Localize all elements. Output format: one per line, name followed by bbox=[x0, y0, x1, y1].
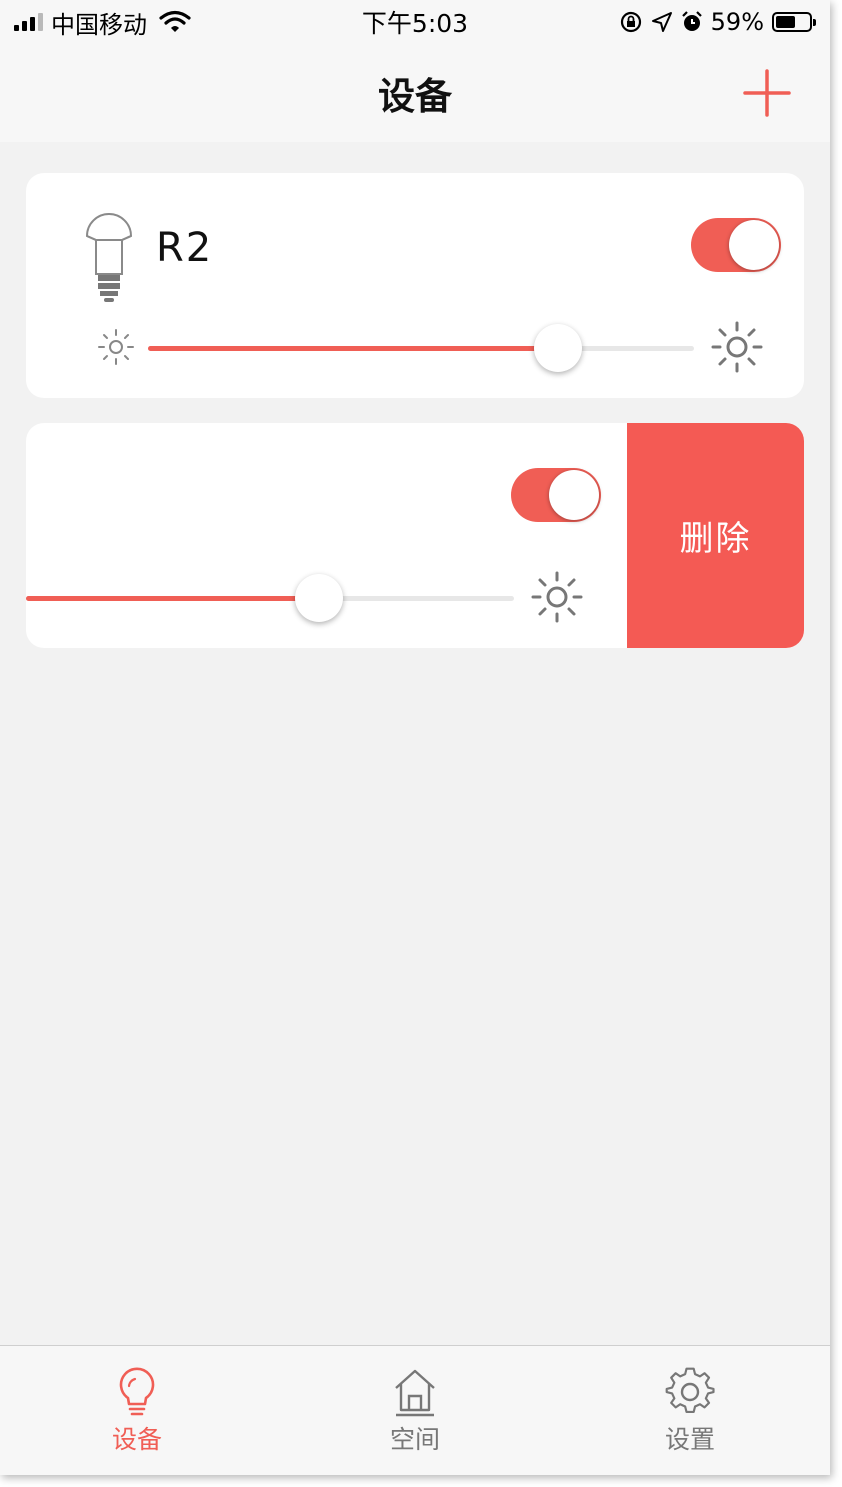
slider-thumb[interactable] bbox=[533, 324, 582, 372]
slider-thumb[interactable] bbox=[294, 574, 343, 622]
status-time-text: 下午5:03 bbox=[361, 9, 469, 38]
wifi-icon bbox=[159, 10, 191, 32]
brightness-fill bbox=[148, 346, 558, 351]
tab-devices[interactable]: 设备 bbox=[37, 1346, 237, 1475]
delete-label: 删除 bbox=[679, 519, 752, 559]
alarm-icon bbox=[681, 11, 702, 31]
device-name: R2 bbox=[156, 225, 214, 271]
toggle-knob bbox=[549, 470, 599, 520]
brightness-high-icon bbox=[711, 321, 763, 373]
signal-icon bbox=[14, 13, 43, 31]
top-bar: 下午5:03 中国移动 59% 设备 bbox=[0, 0, 830, 142]
location-icon bbox=[651, 12, 672, 32]
tab-label: 空间 bbox=[389, 1425, 440, 1454]
carrier-name: 中国移动 bbox=[51, 10, 147, 39]
power-toggle[interactable] bbox=[511, 468, 601, 522]
bulb-icon bbox=[119, 1367, 155, 1416]
brightness-low-icon bbox=[98, 329, 134, 365]
delete-button[interactable]: 删除 bbox=[627, 423, 804, 648]
brightness-high-icon bbox=[531, 571, 583, 623]
plus-icon bbox=[743, 69, 791, 117]
status-left: 中国移动 bbox=[14, 4, 191, 40]
tab-label: 设置 bbox=[664, 1425, 715, 1454]
tab-bar: 设备 空间 设置 bbox=[0, 1345, 830, 1475]
battery-icon bbox=[772, 12, 816, 32]
brightness-slider[interactable] bbox=[26, 574, 514, 622]
home-icon bbox=[395, 1369, 435, 1417]
device-card-swiped: 删除 bbox=[26, 423, 804, 648]
add-device-button[interactable] bbox=[742, 68, 792, 118]
battery-percent: 59% bbox=[710, 8, 764, 36]
rotation-lock-icon bbox=[620, 11, 641, 33]
gear-icon bbox=[665, 1367, 715, 1413]
phone-screen: 下午5:03 中国移动 59% 设备 R2 删除 设备 空间 设置 bbox=[0, 0, 830, 1475]
power-toggle[interactable] bbox=[691, 218, 781, 272]
device-card: R2 bbox=[26, 173, 804, 398]
brightness-slider[interactable] bbox=[148, 324, 694, 372]
page-title: 设备 bbox=[378, 75, 452, 118]
toggle-knob bbox=[729, 220, 779, 270]
tab-settings[interactable]: 设置 bbox=[590, 1346, 790, 1475]
light-bulb-icon bbox=[85, 213, 133, 302]
brightness-fill bbox=[26, 596, 319, 601]
tab-label: 设备 bbox=[111, 1425, 162, 1454]
status-right: 59% bbox=[619, 4, 816, 40]
tab-rooms[interactable]: 空间 bbox=[315, 1346, 515, 1475]
